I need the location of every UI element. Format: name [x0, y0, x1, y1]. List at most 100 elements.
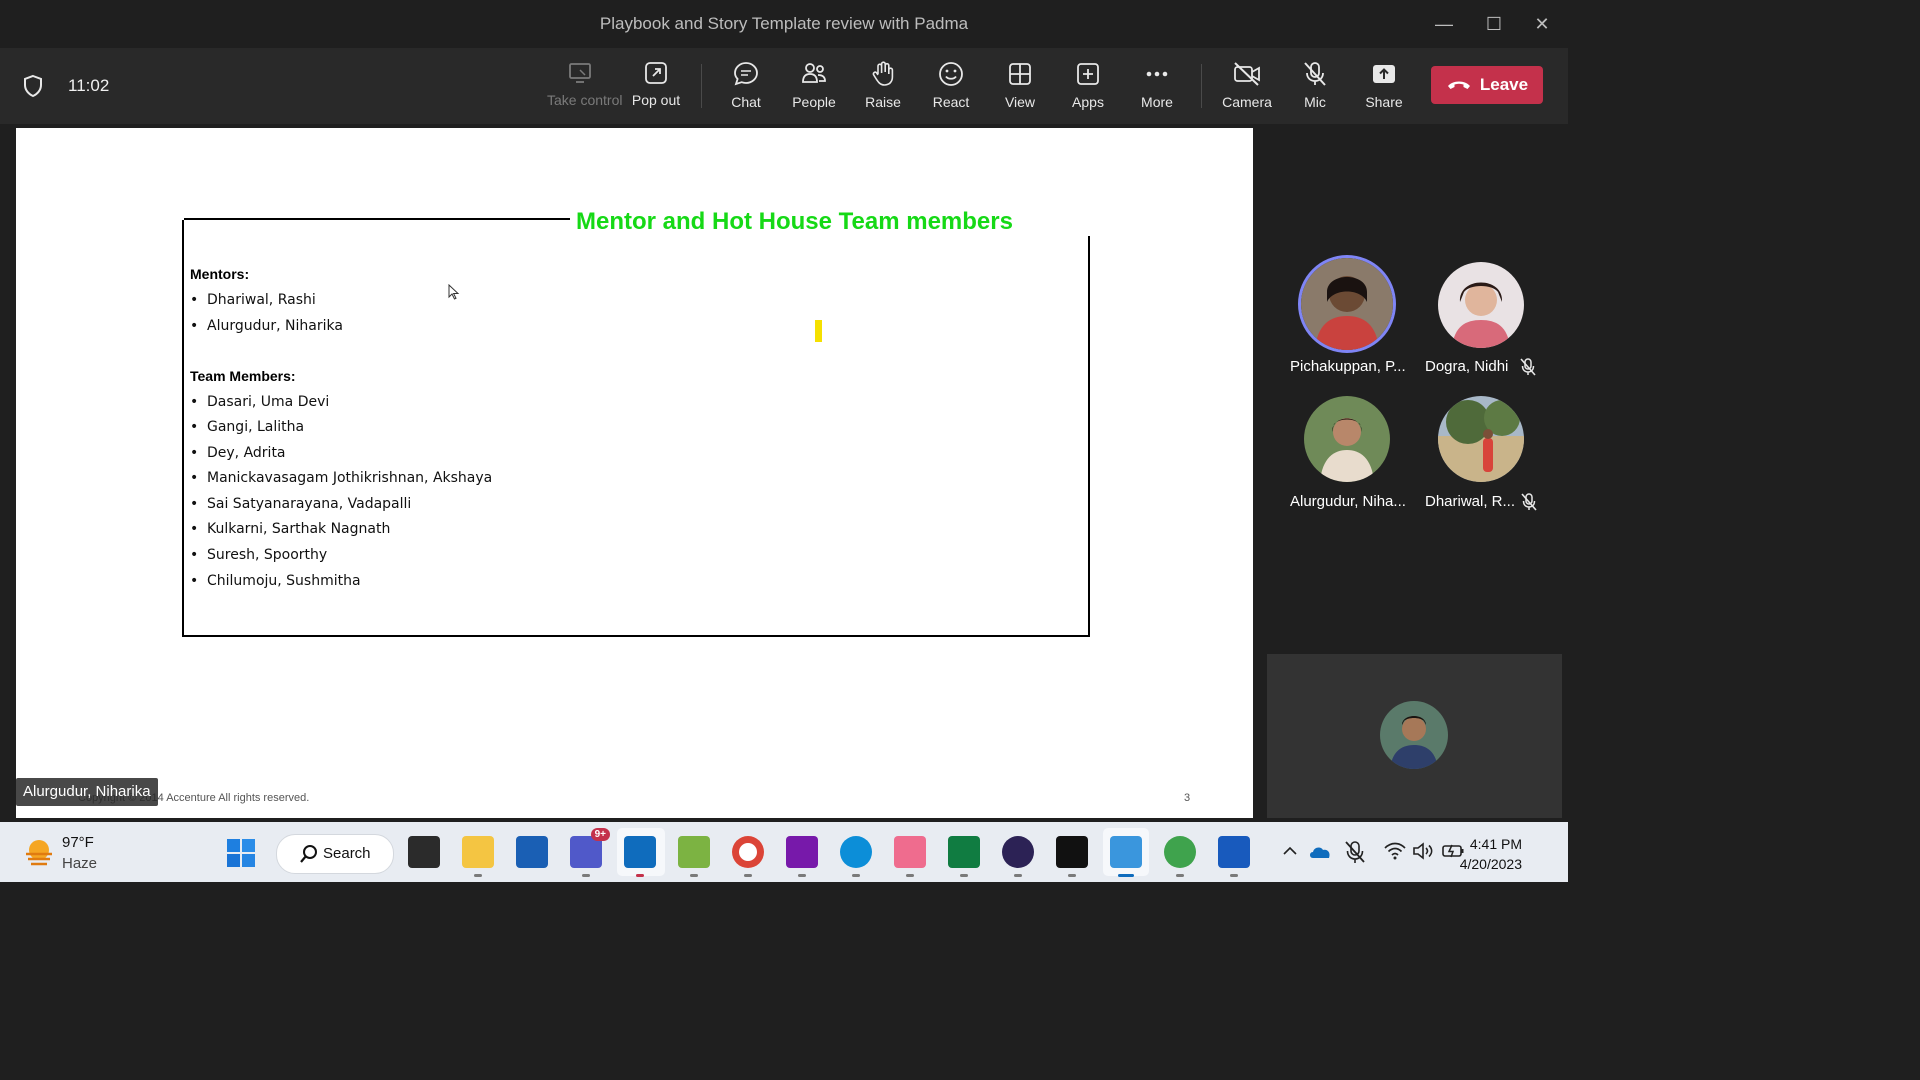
grid-icon: [1009, 63, 1031, 85]
chevron-up-icon[interactable]: [1282, 846, 1298, 856]
raise-hand-button[interactable]: Raise: [850, 60, 916, 120]
meeting-toolbar: 11:02 Take control Pop out Chat People R…: [0, 48, 1568, 124]
weather-temperature[interactable]: 97°F: [62, 834, 94, 851]
toolbar-divider: [701, 64, 702, 108]
list-item: • Chilumoju, Sushmitha: [190, 573, 361, 589]
taskbar-clock[interactable]: 4:41 PM 4/20/2023: [1460, 834, 1522, 874]
avatar: [1438, 262, 1524, 348]
meeting-timer: 11:02: [68, 76, 110, 95]
chat-icon: [734, 62, 758, 86]
camera-off-icon: [1234, 62, 1260, 86]
minimize-button[interactable]: —: [1424, 10, 1464, 38]
ellipsis-icon: [1146, 71, 1168, 77]
snip-sketch-icon[interactable]: [1110, 836, 1142, 868]
shield-icon[interactable]: [22, 74, 44, 98]
excel-icon[interactable]: [948, 836, 980, 868]
weather-description[interactable]: Haze: [62, 855, 97, 872]
muted-mic-icon: [1520, 358, 1536, 376]
list-item: • Dhariwal, Rashi: [190, 292, 316, 308]
leave-button[interactable]: Leave: [1431, 66, 1543, 104]
list-item: • Alurgudur, Niharika: [190, 318, 343, 334]
chrome-icon[interactable]: [732, 836, 764, 868]
participant-name: Alurgudur, Niha...: [1290, 493, 1406, 510]
paint-app-icon[interactable]: [678, 836, 710, 868]
mic-off-icon: [1304, 62, 1326, 86]
people-icon: [802, 63, 826, 83]
task-view-icon[interactable]: [408, 836, 440, 868]
share-screen-icon: [1373, 65, 1395, 83]
toolbar-divider: [1201, 64, 1202, 108]
list-item: • Dey, Adrita: [190, 445, 286, 461]
more-button[interactable]: More: [1124, 60, 1190, 120]
search-icon: [300, 845, 317, 863]
snipping-tool-icon[interactable]: [894, 836, 926, 868]
wifi-icon[interactable]: [1384, 842, 1406, 860]
file-explorer-icon[interactable]: [462, 836, 494, 868]
active-speaker-label: Alurgudur, Niharika: [16, 778, 158, 806]
word-icon[interactable]: [1218, 836, 1250, 868]
window-title: Playbook and Story Template review with …: [599, 14, 969, 33]
windows-start-icon[interactable]: [226, 838, 256, 868]
windows-taskbar: 97°F Haze Search 9+ 4:41 PM 4/20/2023: [0, 822, 1568, 882]
slide-title: Mentor and Hot House Team members: [576, 208, 1013, 235]
camera-button[interactable]: Camera: [1214, 60, 1280, 120]
participant-tile[interactable]: [1292, 396, 1402, 482]
shared-slide: Mentor and Hot House Team members Mentor…: [16, 128, 1253, 818]
eclipse-icon[interactable]: [1002, 836, 1034, 868]
avatar: [1380, 701, 1448, 769]
list-item: • Suresh, Spoorthy: [190, 547, 328, 563]
hand-icon: [872, 61, 894, 86]
mic-button[interactable]: Mic: [1282, 60, 1348, 120]
people-button[interactable]: People: [781, 60, 847, 120]
teams-icon[interactable]: 9+: [570, 828, 610, 868]
mentors-heading: Mentors:: [190, 266, 250, 282]
smiley-icon: [939, 62, 963, 86]
weather-haze-icon[interactable]: [22, 836, 56, 868]
volume-icon[interactable]: [1412, 842, 1434, 860]
outlook-icon[interactable]: [624, 836, 656, 868]
add-app-icon: [1077, 63, 1099, 85]
globe-app-icon[interactable]: [1164, 836, 1196, 868]
intellij-icon[interactable]: [1056, 836, 1088, 868]
self-view-tile[interactable]: [1267, 654, 1562, 818]
edge-icon[interactable]: [840, 836, 872, 868]
onenote-icon[interactable]: [786, 836, 818, 868]
view-button[interactable]: View: [987, 60, 1053, 120]
highlight-marker: [815, 320, 822, 342]
list-item: • Manickavasagam Jothikrishnan, Akshaya: [190, 470, 493, 486]
react-button[interactable]: React: [918, 60, 984, 120]
list-item: • Kulkarni, Sarthak Nagnath: [190, 521, 391, 537]
participant-name: Dhariwal, R...: [1425, 493, 1516, 510]
take-control-icon: [569, 63, 591, 83]
notification-badge: 9+: [590, 828, 610, 841]
taskbar-search[interactable]: Search: [276, 834, 394, 874]
close-button[interactable]: ✕: [1522, 10, 1562, 38]
avatar: [1438, 396, 1524, 482]
participant-tile[interactable]: [1426, 396, 1536, 482]
apps-button[interactable]: Apps: [1055, 60, 1121, 120]
list-item: • Gangi, Lalitha: [190, 419, 305, 435]
pop-out-icon: [645, 62, 667, 84]
mic-muted-tray-icon[interactable]: [1344, 840, 1366, 864]
mouse-pointer-icon: [448, 284, 460, 300]
pop-out-button[interactable]: Pop out: [623, 60, 689, 120]
chat-button[interactable]: Chat: [713, 60, 779, 120]
participant-tile[interactable]: [1292, 258, 1402, 350]
participant-name: Dogra, Nidhi: [1425, 358, 1509, 375]
list-item: • Dasari, Uma Devi: [190, 394, 330, 410]
window-title-bar: Playbook and Story Template review with …: [0, 0, 1568, 48]
take-control-button[interactable]: Take control: [547, 60, 622, 120]
list-item: • Sai Satyanarayana, Vadapalli: [190, 496, 412, 512]
participant-tile[interactable]: [1426, 262, 1536, 348]
share-button[interactable]: Share: [1351, 60, 1417, 120]
participant-name: Pichakuppan, P...: [1290, 358, 1406, 375]
muted-mic-icon: [1521, 493, 1537, 511]
team-heading: Team Members:: [190, 368, 296, 384]
avatar: [1301, 258, 1393, 350]
onedrive-icon[interactable]: [1308, 842, 1332, 860]
maximize-button[interactable]: ☐: [1474, 10, 1514, 38]
avatar: [1304, 396, 1390, 482]
slide-page-number: 3: [1184, 792, 1191, 804]
microsoft-store-icon[interactable]: [516, 836, 548, 868]
phone-hangup-icon: [1447, 81, 1470, 89]
